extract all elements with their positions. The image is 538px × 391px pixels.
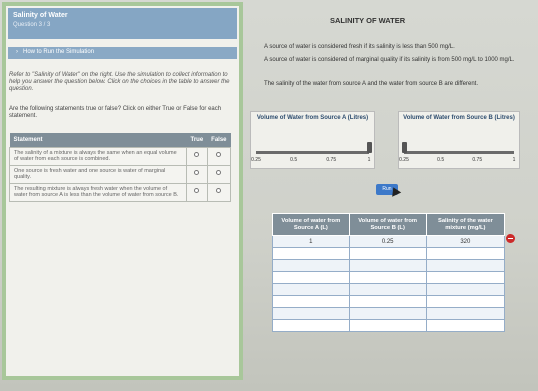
table-cell xyxy=(348,307,427,320)
statement-row: One source is fresh water and one source… xyxy=(9,164,232,184)
header-false: False xyxy=(207,133,231,147)
true-radio[interactable] xyxy=(194,152,200,158)
header-volume-b: Volume of water from Source B (L) xyxy=(348,213,427,236)
table-row xyxy=(272,319,506,332)
table-cell xyxy=(272,271,350,284)
question-text: Are the following statements true or fal… xyxy=(9,106,222,119)
results-table: Volume of water from Source A (L) Volume… xyxy=(272,213,506,332)
header-statement: Statement xyxy=(9,133,187,147)
source-a-slider-handle[interactable] xyxy=(366,142,372,153)
false-radio-cell[interactable] xyxy=(206,146,232,166)
false-radio-cell[interactable] xyxy=(206,182,232,202)
header-true: True xyxy=(186,133,208,147)
source-b-slider[interactable]: 0.25 0.5 0.75 1 xyxy=(399,142,516,163)
table-row xyxy=(272,283,506,296)
statement-text: One source is fresh water and one source… xyxy=(9,164,187,184)
statement-row: The salinity of a mixture is always the … xyxy=(9,146,232,166)
tick-label: 0.5 xyxy=(437,157,445,163)
table-cell xyxy=(425,247,506,260)
table-cell xyxy=(272,247,350,260)
header-salinity: Salinity of the water mixture (mg/L) xyxy=(425,213,506,236)
statement-row: The resulting mixture is always fresh wa… xyxy=(9,182,232,202)
tick-label: 0.5 xyxy=(290,157,298,163)
true-radio-cell[interactable] xyxy=(185,164,208,184)
statement-text: The resulting mixture is always fresh wa… xyxy=(9,182,187,202)
question-panel-frame: Salinity of Water Question 3 / 3 › How t… xyxy=(2,2,243,380)
table-cell xyxy=(272,295,350,308)
tick-label: 0.75 xyxy=(326,157,337,163)
source-b-slider-handle[interactable] xyxy=(401,142,407,153)
table-cell xyxy=(425,271,506,284)
table-cell xyxy=(272,319,350,332)
instructions-text: Refer to "Salinity of Water" on the righ… xyxy=(9,72,230,92)
table-cell xyxy=(425,295,506,308)
how-to-run-label: How to Run the Simulation xyxy=(23,49,95,55)
marginal-definition: A source of water is considered of margi… xyxy=(264,57,515,63)
table-cell xyxy=(425,319,506,332)
fresh-definition: A source of water is considered fresh if… xyxy=(264,44,455,50)
table-cell xyxy=(348,319,427,332)
table-cell xyxy=(272,259,350,272)
table-row: 1 0.25 320 xyxy=(272,235,506,248)
table-cell xyxy=(348,259,427,272)
question-title: Salinity of Water xyxy=(13,12,68,19)
table-cell: 0.25 xyxy=(348,235,427,248)
table-cell xyxy=(348,271,427,284)
header-volume-a: Volume of water from Source A (L) xyxy=(272,213,350,236)
statement-text: The salinity of a mixture is always the … xyxy=(9,146,187,166)
table-cell xyxy=(272,283,350,296)
source-b-slider-panel: Volume of Water from Source B (Litres) 0… xyxy=(398,111,520,169)
slider-track xyxy=(256,151,369,154)
chevron-right-icon: › xyxy=(16,49,18,55)
tick-label: 0.25 xyxy=(251,157,261,163)
source-a-slider-panel: Volume of Water from Source A (Litres) 0… xyxy=(250,111,375,169)
statement-table: Statement True False The salinity of a m… xyxy=(9,133,232,202)
table-cell xyxy=(348,283,427,296)
false-radio[interactable] xyxy=(216,152,222,158)
question-header: Salinity of Water Question 3 / 3 xyxy=(8,8,237,39)
false-radio[interactable] xyxy=(216,188,222,194)
false-radio[interactable] xyxy=(216,170,222,176)
table-row xyxy=(272,307,506,320)
table-cell: 1 xyxy=(272,235,350,248)
true-radio[interactable] xyxy=(194,170,200,176)
source-a-heading: Volume of Water from Source A (Litres) xyxy=(256,115,369,121)
tick-label: 1 xyxy=(512,157,516,163)
source-b-heading: Volume of Water from Source B (Litres) xyxy=(403,115,515,121)
table-cell xyxy=(425,283,506,296)
table-row xyxy=(272,295,506,308)
table-cell: 320 xyxy=(425,235,506,248)
true-radio[interactable] xyxy=(194,188,200,194)
true-radio-cell[interactable] xyxy=(185,146,208,166)
table-cell xyxy=(425,307,506,320)
question-number: Question 3 / 3 xyxy=(13,22,51,28)
tick-label: 0.75 xyxy=(472,157,483,163)
table-cell xyxy=(272,307,350,320)
slider-track xyxy=(404,151,514,154)
table-cell xyxy=(348,295,427,308)
delete-row-icon[interactable] xyxy=(506,234,515,243)
table-cell xyxy=(425,259,506,272)
tick-label: 0.25 xyxy=(399,157,409,163)
difference-note: The salinity of the water from source A … xyxy=(264,81,478,87)
sim-title: SALINITY OF WATER xyxy=(330,16,406,25)
screen: Salinity of Water Question 3 / 3 › How t… xyxy=(0,0,538,391)
table-row xyxy=(272,259,506,272)
false-radio-cell[interactable] xyxy=(206,164,232,184)
table-row xyxy=(272,247,506,260)
true-radio-cell[interactable] xyxy=(185,182,208,202)
how-to-run-button[interactable]: › How to Run the Simulation xyxy=(8,47,237,59)
table-row xyxy=(272,271,506,284)
table-cell xyxy=(348,247,427,260)
tick-label: 1 xyxy=(367,157,371,163)
question-panel: Salinity of Water Question 3 / 3 › How t… xyxy=(6,6,239,376)
source-a-slider[interactable]: 0.25 0.5 0.75 1 xyxy=(251,142,372,163)
